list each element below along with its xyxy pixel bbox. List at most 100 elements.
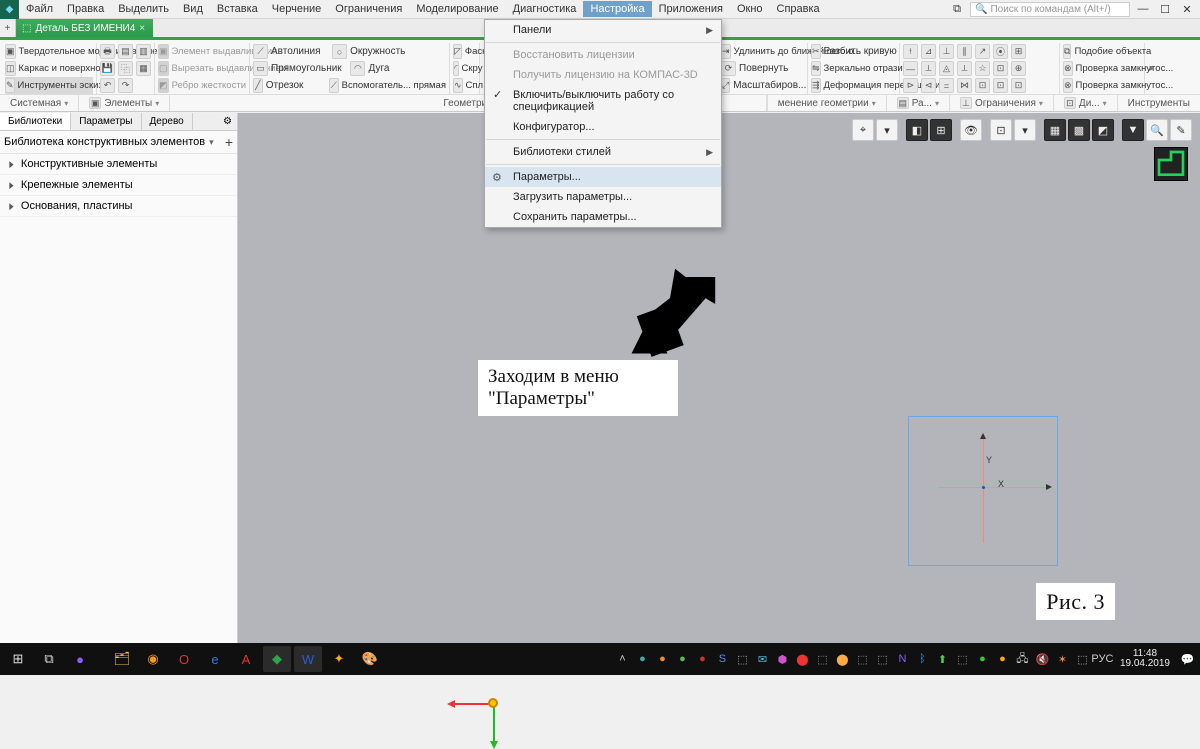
tool-n-icon[interactable]: ⊕ — [1011, 61, 1026, 76]
vt-grid2-icon[interactable]: ▩ — [1068, 119, 1090, 141]
footer-system[interactable]: Системная▾ — [0, 95, 79, 111]
library-selector[interactable]: Библиотека конструктивных элементов ▾ + — [0, 131, 237, 154]
tool-o-icon[interactable]: ⊳ — [903, 78, 918, 93]
cut-extrude-icon[interactable]: ▢ — [158, 61, 169, 76]
similar-label[interactable]: Подобие объекта — [1074, 47, 1151, 56]
tray-icon[interactable]: N — [894, 651, 911, 668]
edge-icon[interactable]: e — [201, 646, 229, 672]
solid-modeling-icon[interactable]: ▣ — [5, 44, 16, 59]
tool-i-icon[interactable]: ⟂ — [921, 61, 936, 76]
list-item[interactable]: ▶Крепежные элементы — [0, 175, 237, 196]
segment-icon[interactable]: ╱ — [253, 78, 263, 93]
mirror-label[interactable]: Зеркально отразить — [824, 64, 912, 73]
arc-label[interactable]: Дуга — [368, 64, 389, 74]
start-button[interactable]: ⊞ — [4, 646, 32, 672]
vt-cursor-icon[interactable]: ⌖ — [852, 119, 874, 141]
tool-d-icon[interactable]: ∥ — [957, 44, 972, 59]
task-view-icon[interactable]: ⧉ — [35, 646, 63, 672]
tray-icon[interactable]: ● — [694, 651, 711, 668]
menu-modeling[interactable]: Моделирование — [409, 1, 505, 17]
rotate-icon[interactable]: ⟳ — [721, 61, 736, 76]
deform-icon[interactable]: ⇶ — [811, 78, 821, 93]
check-closed-icon[interactable]: ⊗ — [1063, 61, 1073, 76]
tray-icon[interactable]: ⬚ — [874, 651, 891, 668]
extend-icon[interactable]: ⇥ — [721, 44, 731, 59]
sketch-tools-icon[interactable]: ✎ — [5, 78, 15, 93]
kompas-icon[interactable]: ◆ — [263, 646, 291, 672]
document-tab[interactable]: ⬚ Деталь БЕЗ ИМЕНИ4 × — [16, 19, 153, 37]
menu-item-save-params[interactable]: Сохранить параметры... — [485, 207, 721, 227]
footer-change-geom[interactable]: менение геометрии▾ — [767, 95, 886, 111]
tray-icon[interactable]: ● — [994, 651, 1011, 668]
rib-label[interactable]: Ребро жесткости — [172, 81, 246, 90]
new-tab-button[interactable]: + — [0, 19, 16, 37]
save-icon[interactable]: 💾 — [100, 61, 115, 76]
panel-gear-icon[interactable]: ⚙ — [218, 113, 237, 130]
tool-b-icon[interactable]: ⊿ — [921, 44, 936, 59]
tray-icon[interactable]: ● — [974, 651, 991, 668]
tray-icon[interactable]: ⬚ — [954, 651, 971, 668]
taskbar-app-1[interactable]: ● — [66, 646, 94, 672]
taskbar-clock[interactable]: 11:48 19.04.2019 — [1114, 649, 1176, 670]
tool-t-icon[interactable]: ⊡ — [993, 78, 1008, 93]
autoline-icon[interactable]: ⟋ — [253, 44, 268, 59]
menu-window[interactable]: Окно — [730, 1, 770, 17]
tray-icon[interactable]: ⬚ — [814, 651, 831, 668]
menu-help[interactable]: Справка — [770, 1, 827, 17]
menu-constraints[interactable]: Ограничения — [328, 1, 409, 17]
print-icon[interactable]: 🖶 — [100, 44, 115, 59]
close-tab-icon[interactable]: × — [139, 23, 145, 34]
tray-network-icon[interactable]: 🖧 — [1014, 651, 1031, 668]
vt-dropdown2-icon[interactable]: ▾ — [1014, 119, 1036, 141]
copy-icon[interactable]: ⿻ — [118, 61, 133, 76]
paint-icon[interactable]: 🎨 — [356, 646, 384, 672]
tray-bluetooth-icon[interactable]: ᛒ — [914, 651, 931, 668]
circle-icon[interactable]: ○ — [332, 44, 347, 59]
doc-icon[interactable]: ▤ — [118, 44, 133, 59]
tab-libraries[interactable]: Библиотеки — [0, 113, 71, 130]
menu-item-panels[interactable]: Панели▶ — [485, 20, 721, 40]
tool-s-icon[interactable]: ⊡ — [975, 78, 990, 93]
open-icon[interactable]: ▥ — [136, 44, 151, 59]
command-search-input[interactable]: 🔍Поиск по командам (Alt+/) — [970, 2, 1130, 17]
split-curve-icon[interactable]: ✂ — [811, 44, 821, 59]
menu-settings[interactable]: Настройка — [583, 1, 651, 17]
aux-line-label[interactable]: Вспомогатель... прямая — [342, 81, 446, 90]
arc-icon[interactable]: ◠ — [350, 61, 365, 76]
menu-item-style-libs[interactable]: Библиотеки стилей▶ — [485, 142, 721, 162]
menu-apps[interactable]: Приложения — [652, 1, 730, 17]
word-icon[interactable]: W — [294, 646, 322, 672]
tool-a-icon[interactable]: ⟊ — [903, 44, 918, 59]
autoline-label[interactable]: Автолиния — [271, 47, 321, 57]
tool-l-icon[interactable]: ☆ — [975, 61, 990, 76]
add-library-icon[interactable]: + — [225, 134, 233, 150]
tray-icon[interactable]: ⬆ — [934, 651, 951, 668]
vt-filter-icon[interactable]: ▼ — [1122, 119, 1144, 141]
menu-item-configurator[interactable]: Конфигуратор... — [485, 117, 721, 137]
tray-icon[interactable]: ⬚ — [1074, 651, 1091, 668]
tool-g-icon[interactable]: ⊞ — [1011, 44, 1026, 59]
rotate-label[interactable]: Повернуть — [739, 64, 788, 74]
vt-cube-icon[interactable]: ◧ — [906, 119, 928, 141]
menu-edit[interactable]: Правка — [60, 1, 111, 17]
opera-icon[interactable]: O — [170, 646, 198, 672]
scale-label[interactable]: Масштабиров... — [733, 81, 806, 91]
rect-icon[interactable]: ▭ — [253, 61, 268, 76]
redo-icon[interactable]: ↷ — [118, 78, 133, 93]
vt-search-icon[interactable]: 🔍 — [1146, 119, 1168, 141]
check-closed2-icon[interactable]: ⊗ — [1063, 78, 1073, 93]
tray-icon[interactable]: ⬚ — [734, 651, 751, 668]
menu-drawing[interactable]: Черчение — [265, 1, 329, 17]
spline-icon[interactable]: ∿ — [453, 78, 463, 93]
similar-icon[interactable]: ⧉ — [1063, 44, 1071, 59]
tool-k-icon[interactable]: ⟂ — [957, 61, 972, 76]
footer-ra[interactable]: ▤Ра...▾ — [886, 95, 949, 111]
notification-icon[interactable]: 💬 — [1179, 651, 1196, 668]
segment-label[interactable]: Отрезок — [266, 81, 304, 91]
list-item[interactable]: ▶Конструктивные элементы — [0, 154, 237, 175]
scale-icon[interactable]: ⤢ — [721, 78, 730, 93]
rib-icon[interactable]: ◩ — [158, 78, 169, 93]
tool-e-icon[interactable]: ↗ — [975, 44, 990, 59]
tool-f-icon[interactable]: ⦿ — [993, 44, 1008, 59]
vt-dropdown-icon[interactable]: ▾ — [876, 119, 898, 141]
